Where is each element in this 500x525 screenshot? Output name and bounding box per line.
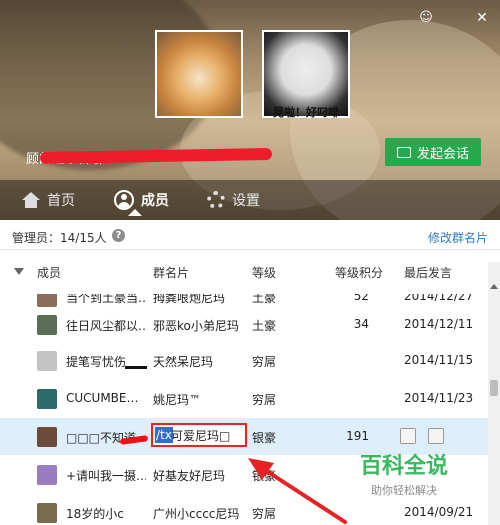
member-nick: +请叫我一摄…: [66, 469, 146, 483]
member-points: 52: [353, 294, 369, 303]
col-card[interactable]: 群名片: [153, 264, 189, 281]
profile-card-icon[interactable]: [428, 428, 444, 444]
edit-icon[interactable]: [400, 428, 416, 444]
member-last-speak: 2014/12/27: [404, 294, 474, 303]
member-level: 土豪: [252, 294, 277, 305]
member-card: 好基友好尼玛: [153, 469, 226, 483]
col-last-speak[interactable]: 最后发言: [404, 264, 452, 281]
tab-home[interactable]: 首页: [22, 180, 75, 220]
chat-icon: [396, 146, 411, 158]
tab-settings-label: 设置: [232, 193, 260, 209]
home-icon: [22, 192, 40, 208]
member-card: 天然呆尼玛: [153, 355, 214, 369]
redaction-bar: [125, 366, 147, 369]
start-chat-button[interactable]: 发起会话: [385, 138, 481, 166]
close-icon[interactable]: ✕: [472, 8, 492, 28]
member-level: 银豪: [252, 469, 277, 483]
member-nick: 当个到土豪当…: [66, 294, 146, 305]
member-last-speak: 2014/11/15: [404, 353, 474, 367]
collapse-arrow-icon[interactable]: [14, 268, 24, 275]
tab-home-label: 首页: [47, 193, 75, 209]
active-tab-indicator: [128, 209, 142, 216]
start-chat-label: 发起会话: [416, 146, 469, 162]
table-row[interactable]: 往日风尘都以… 邪恶ko小弟尼玛 土豪 34 2014/12/11: [0, 306, 488, 343]
avatar: [37, 389, 57, 409]
member-last-speak: 2014/09/21: [404, 505, 474, 519]
edit-text: 可爱尼玛□: [171, 429, 231, 443]
tab-members-label: 成员: [141, 193, 169, 209]
col-points[interactable]: 等级积分: [335, 264, 383, 281]
col-member[interactable]: 成员: [37, 264, 61, 281]
watermark-subtitle: 助你轻松解决: [371, 484, 437, 497]
member-nick: 18岁的小c: [66, 507, 124, 521]
member-last-speak: 2014/11/23: [404, 391, 474, 405]
member-table-header: 成员 群名片 等级 等级积分 最后发言: [0, 262, 488, 294]
member-card: 拇粪哏炮尼玛: [153, 294, 226, 305]
gear-icon: [207, 191, 225, 209]
admin-summary: 管理员：14/15人 ? 修改群名片: [0, 222, 500, 250]
scrollbar[interactable]: [488, 262, 500, 525]
member-nick: CUCUMBE…: [66, 391, 139, 405]
member-nick: 往日风尘都以…: [66, 319, 146, 333]
member-last-speak: 2014/12/11: [404, 317, 474, 331]
member-card: 姚尼玛™: [153, 393, 202, 407]
member-level: 穷屌: [252, 393, 277, 407]
skin-icon[interactable]: ☺: [416, 8, 436, 28]
member-level: 银豪: [252, 431, 277, 445]
watermark-title: 百科全说: [359, 454, 448, 479]
member-card: 邪恶ko小弟尼玛: [153, 319, 239, 333]
member-level: 穷屌: [252, 355, 277, 369]
group-header: ☺ ✕ 晃啦！好叼啡 顾的趣乐群聊 发起会话 首页 成员 设置: [0, 0, 500, 220]
members-icon: [114, 190, 134, 210]
avatar: [37, 351, 57, 371]
avatar: [37, 465, 57, 485]
card-edit-input[interactable]: /tx 可爱尼玛□: [151, 423, 247, 447]
table-row[interactable]: 18岁的小c 广州小cccc尼玛 穷屌 2014/09/21: [0, 494, 488, 525]
avatar-caption: 晃啦！好叼啡: [273, 106, 339, 119]
member-level: 土豪: [252, 319, 277, 333]
member-avatar-doge[interactable]: [155, 30, 243, 118]
admin-count: 管理员：14/15人: [12, 231, 107, 245]
tab-bar: 首页 成员 设置: [0, 180, 500, 220]
scroll-up-icon[interactable]: [490, 284, 498, 289]
avatar: [37, 315, 57, 335]
member-points: 34: [353, 317, 369, 331]
member-level: 穷屌: [252, 507, 277, 521]
member-card: 广州小cccc尼玛: [153, 507, 240, 521]
col-level[interactable]: 等级: [252, 264, 276, 281]
watermark-logo: 百科全说 助你轻松解决: [350, 448, 458, 498]
table-row[interactable]: 提笔写忧伤 天然呆尼玛 穷屌 2014/11/15: [0, 342, 488, 379]
avatar: [37, 427, 57, 447]
scroll-thumb[interactable]: [490, 380, 498, 396]
member-points: 191: [346, 429, 369, 443]
avatar: [37, 503, 57, 523]
table-row[interactable]: CUCUMBE… 姚尼玛™ 穷屌 2014/11/23: [0, 380, 488, 417]
help-icon[interactable]: ?: [112, 229, 125, 242]
edit-group-card-link[interactable]: 修改群名片: [428, 229, 488, 246]
tab-settings[interactable]: 设置: [207, 180, 260, 220]
